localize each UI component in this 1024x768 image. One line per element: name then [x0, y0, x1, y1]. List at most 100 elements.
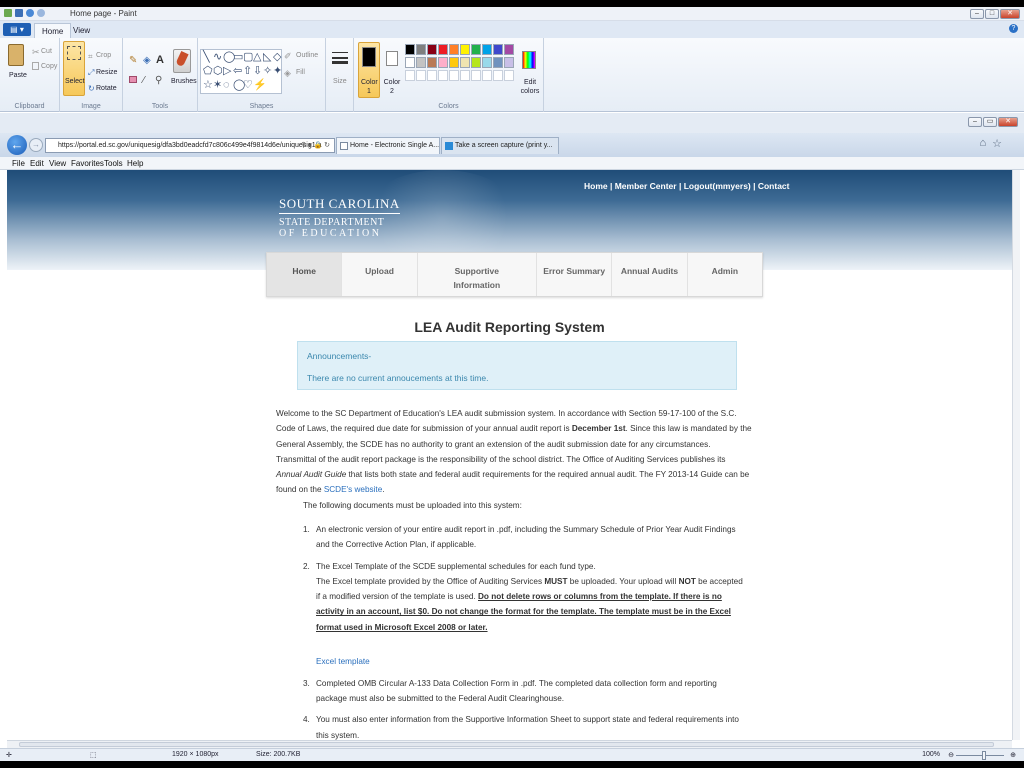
top-links[interactable]: Home | Member Center | Logout(mmyers) | …	[584, 181, 790, 191]
paint-menu-button[interactable]: ▤ ▾	[3, 23, 31, 36]
home-icon[interactable]: ⌂	[979, 137, 986, 150]
forward-arrow-icon[interactable]: →	[29, 138, 43, 152]
zoom-slider[interactable]	[956, 755, 1004, 756]
shape-tool-icon[interactable]: ✦	[273, 66, 282, 77]
color-swatch[interactable]	[438, 57, 448, 68]
shapes-gallery[interactable]: ╲ ∿ ◯ ▭ ▢ △ ◺ ◇ ⬠ ⬡ ▷ ⇦ ⇧ ⇩ ✧ ✦ ☆ ✶ ◌ ◯ ♡ ⚡	[200, 49, 282, 94]
nav-admin[interactable]: Admin	[688, 253, 762, 296]
custom-color-slot[interactable]	[493, 70, 503, 81]
color-swatch[interactable]	[504, 44, 514, 55]
shape-tool-icon[interactable]: ⇧	[243, 66, 252, 77]
custom-color-slot[interactable]	[416, 70, 426, 81]
paste-icon[interactable]	[8, 44, 24, 66]
close-button[interactable]: ✕	[1000, 9, 1020, 19]
magnifier-icon[interactable]: ⚲	[155, 75, 162, 86]
resize-button[interactable]: Resize	[96, 69, 117, 76]
menu-file[interactable]: File	[12, 159, 25, 168]
shape-tool-icon[interactable]: ◺	[263, 52, 271, 63]
color2-swatch[interactable]	[386, 51, 398, 66]
fill-shape-button[interactable]: Fill	[296, 69, 305, 76]
shape-tool-icon[interactable]: ◌	[223, 80, 230, 91]
shape-tool-icon[interactable]: ▢	[243, 52, 253, 63]
nav-home[interactable]: Home	[267, 253, 343, 296]
shape-tool-icon[interactable]: ⬡	[213, 66, 223, 77]
eraser-icon[interactable]	[129, 76, 137, 83]
shape-tool-icon[interactable]: ▷	[223, 66, 231, 77]
color-swatch[interactable]	[449, 44, 459, 55]
brushes-button[interactable]: Brushes	[171, 78, 197, 85]
nav-error-summary[interactable]: Error Summary	[537, 253, 613, 296]
browser-tab-active[interactable]: Home - Electronic Single A...	[336, 137, 440, 154]
shape-tool-icon[interactable]: ⇩	[253, 66, 262, 77]
paste-button[interactable]: Paste	[9, 72, 27, 79]
color-swatch[interactable]	[482, 44, 492, 55]
menu-favorites[interactable]: Favorites	[71, 159, 104, 168]
color-swatch[interactable]	[427, 57, 437, 68]
custom-color-slot[interactable]	[405, 70, 415, 81]
menu-help[interactable]: Help	[127, 159, 143, 168]
favorites-star-icon[interactable]: ☆	[992, 137, 1002, 150]
color-swatch[interactable]	[471, 57, 481, 68]
cut-button[interactable]: Cut	[41, 48, 52, 55]
shape-tool-icon[interactable]: ✧	[263, 66, 272, 77]
nav-upload[interactable]: Upload	[342, 253, 418, 296]
color-swatch[interactable]	[449, 57, 459, 68]
browser-restore-button[interactable]: ▭	[983, 117, 997, 127]
site-logo[interactable]: SOUTH CAROLINA STATE DEPARTMENT OF EDUCA…	[279, 196, 400, 239]
shape-tool-icon[interactable]: ▭	[233, 52, 243, 63]
save-icon[interactable]	[15, 9, 23, 17]
edit-colors-button[interactable]: Edit colors	[518, 78, 542, 96]
rotate-button[interactable]: Rotate	[96, 85, 117, 92]
color-swatch[interactable]	[416, 44, 426, 55]
redo-icon[interactable]	[37, 9, 45, 17]
zoom-slider-handle[interactable]	[982, 751, 986, 760]
scroll-thumb[interactable]	[19, 742, 994, 747]
lock-icon[interactable]: ⚲ ▾ 🔒 ↻	[301, 139, 330, 152]
copy-button[interactable]: Copy	[41, 63, 57, 70]
custom-color-slot[interactable]	[482, 70, 492, 81]
color-swatch[interactable]	[493, 44, 503, 55]
color-swatch[interactable]	[471, 44, 481, 55]
pencil-icon[interactable]: ✎	[129, 55, 137, 66]
shape-tool-icon[interactable]: ∿	[213, 52, 222, 63]
shape-tool-icon[interactable]: ╲	[203, 52, 210, 63]
back-arrow-icon[interactable]: ←	[7, 135, 27, 155]
undo-icon[interactable]	[26, 9, 34, 17]
tab-view[interactable]: View	[66, 23, 97, 38]
color-swatch[interactable]	[482, 57, 492, 68]
custom-color-slot[interactable]	[471, 70, 481, 81]
shape-tool-icon[interactable]: ⚡	[253, 80, 267, 91]
scde-website-link[interactable]: SCDE's website	[324, 485, 382, 494]
shape-tool-icon[interactable]: ◇	[273, 52, 281, 63]
browser-close-button[interactable]: ✕	[998, 117, 1018, 127]
minimize-button[interactable]: –	[970, 9, 984, 19]
custom-color-slot[interactable]	[449, 70, 459, 81]
size-button[interactable]: Size	[333, 78, 347, 85]
color-swatch[interactable]	[438, 44, 448, 55]
color-swatch[interactable]	[460, 57, 470, 68]
excel-template-link[interactable]: Excel template	[316, 654, 370, 669]
browser-tab-inactive[interactable]: Take a screen capture (print y...	[441, 137, 559, 154]
zoom-in-icon[interactable]: ⊕	[1010, 751, 1016, 759]
menu-tools[interactable]: Tools	[104, 159, 123, 168]
custom-color-slot[interactable]	[504, 70, 514, 81]
vertical-scrollbar[interactable]	[1012, 170, 1020, 740]
shape-tool-icon[interactable]: ✶	[213, 80, 222, 91]
shape-tool-icon[interactable]: ⇦	[233, 66, 242, 77]
horizontal-scrollbar[interactable]	[7, 740, 1012, 748]
nav-supportive-information[interactable]: Supportive Information	[418, 253, 537, 296]
color-swatch[interactable]	[493, 57, 503, 68]
zoom-out-icon[interactable]: ⊖	[948, 751, 954, 759]
browser-minimize-button[interactable]: –	[968, 117, 982, 127]
color-swatch[interactable]	[416, 57, 426, 68]
color-swatch[interactable]	[405, 57, 415, 68]
custom-color-slot[interactable]	[460, 70, 470, 81]
color-picker-icon[interactable]: ⁄	[143, 75, 145, 86]
shape-tool-icon[interactable]: △	[253, 52, 261, 63]
maximize-button[interactable]: □	[985, 9, 999, 19]
menu-edit[interactable]: Edit	[30, 159, 44, 168]
color-swatch[interactable]	[405, 44, 415, 55]
address-bar[interactable]: https://portal.ed.sc.gov/uniquesig/dfa3b…	[45, 138, 335, 153]
color-swatch[interactable]	[427, 44, 437, 55]
custom-color-slot[interactable]	[438, 70, 448, 81]
